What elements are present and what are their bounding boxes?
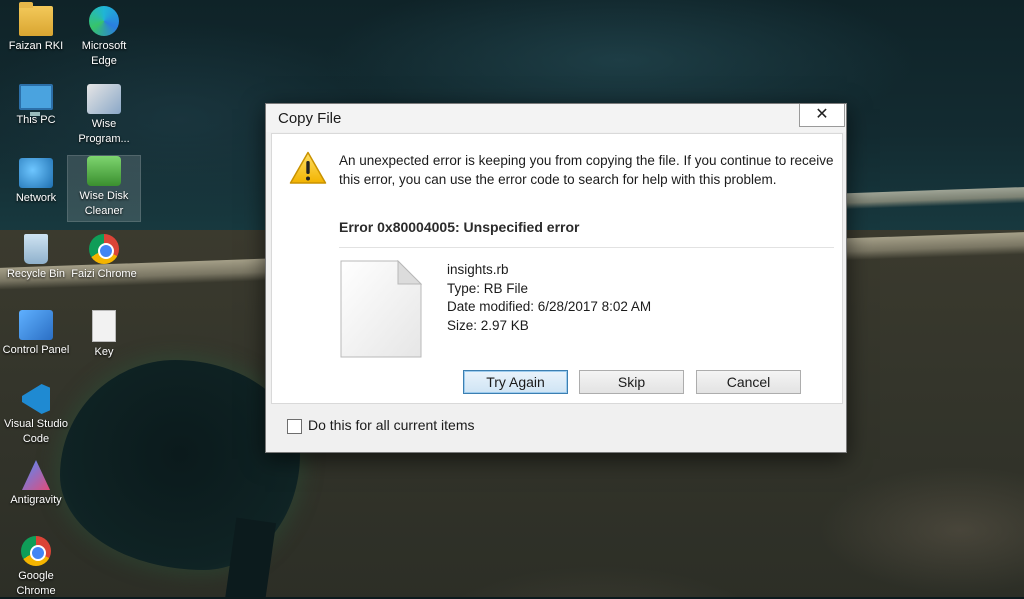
desktop-icon-faizan-rki[interactable]: Faizan RKI <box>0 2 72 54</box>
desktop-icon-label: Faizan RKI <box>8 40 64 52</box>
control-panel-icon <box>19 310 53 340</box>
antigravity-icon <box>22 460 50 490</box>
warning-icon <box>289 151 327 184</box>
dialog-titlebar[interactable]: Copy File ✕ <box>266 104 846 132</box>
vscode-icon <box>22 384 50 414</box>
desktop-icon-wise-program[interactable]: Wise Program... <box>68 84 140 147</box>
disk-cleaner-icon <box>87 156 121 186</box>
close-icon: ✕ <box>815 106 829 123</box>
dialog-title: Copy File <box>278 110 342 127</box>
desktop-icon-label: Visual Studio Code <box>3 418 68 445</box>
apply-to-all-label[interactable]: Do this for all current items <box>308 417 475 433</box>
cancel-button[interactable]: Cancel <box>696 370 801 394</box>
chrome-icon <box>21 536 51 566</box>
desktop-icon-faizi-chrome[interactable]: Faizi Chrome <box>68 234 140 282</box>
file-type: Type: RB File <box>447 280 529 296</box>
desktop-icon-google-chrome[interactable]: Google Chrome <box>0 536 72 599</box>
installer-icon <box>87 84 121 114</box>
chrome-icon <box>89 234 119 264</box>
try-again-button[interactable]: Try Again <box>463 370 568 394</box>
desktop-icon-this-pc[interactable]: This PC <box>0 84 72 128</box>
desktop-icon-label: Key <box>94 346 114 358</box>
apply-to-all-checkbox[interactable] <box>287 419 302 434</box>
file-icon <box>340 260 422 358</box>
error-message: An unexpected error is keeping you from … <box>339 153 834 187</box>
dialog-content: An unexpected error is keeping you from … <box>271 133 843 404</box>
skip-button[interactable]: Skip <box>579 370 684 394</box>
copy-file-dialog: Copy File ✕ An unexpected error is keepi… <box>265 103 847 453</box>
desktop-icon-label: Wise Program... <box>78 118 130 145</box>
file-size: Size: 2.97 KB <box>447 317 529 333</box>
edge-icon <box>89 6 119 36</box>
desktop-icon-recycle-bin[interactable]: Recycle Bin <box>0 234 72 282</box>
network-icon <box>19 158 53 188</box>
dialog-footer: Do this for all current items <box>271 403 841 447</box>
divider <box>339 247 834 248</box>
desktop-icon-microsoft-edge[interactable]: Microsoft Edge <box>68 6 140 69</box>
desktop-icon-label: Faizi Chrome <box>71 268 137 280</box>
folder-icon <box>19 2 53 36</box>
desktop-icon-key[interactable]: Key <box>68 310 140 360</box>
desktop-icon-label: Wise Disk Cleaner <box>79 190 129 217</box>
recycle-bin-icon <box>24 234 48 264</box>
file-details: insights.rb Type: RB File Date modified:… <box>447 261 651 335</box>
desktop-icon-label: Network <box>15 192 57 204</box>
desktop-icon-antigravity[interactable]: Antigravity <box>0 460 72 508</box>
computer-icon <box>19 84 53 116</box>
close-button[interactable]: ✕ <box>799 104 845 127</box>
desktop-icon-wise-disk-cleaner[interactable]: Wise Disk Cleaner <box>67 155 141 222</box>
desktop-icon-label: Recycle Bin <box>6 268 66 280</box>
error-code: Error 0x80004005: Unspecified error <box>339 219 580 235</box>
text-file-icon <box>92 310 116 342</box>
desktop-icon-control-panel[interactable]: Control Panel <box>0 310 72 358</box>
desktop-icon-label: Microsoft Edge <box>81 40 127 67</box>
desktop-icon-label: Antigravity <box>10 494 62 506</box>
desktop-icon-network[interactable]: Network <box>0 158 72 206</box>
desktop-icon-visual-studio-code[interactable]: Visual Studio Code <box>0 384 72 447</box>
file-name: insights.rb <box>447 262 509 277</box>
file-date-modified: Date modified: 6/28/2017 8:02 AM <box>447 299 652 314</box>
desktop-icon-label: Control Panel <box>2 344 70 356</box>
desktop-icon-label: Google Chrome <box>16 570 56 597</box>
